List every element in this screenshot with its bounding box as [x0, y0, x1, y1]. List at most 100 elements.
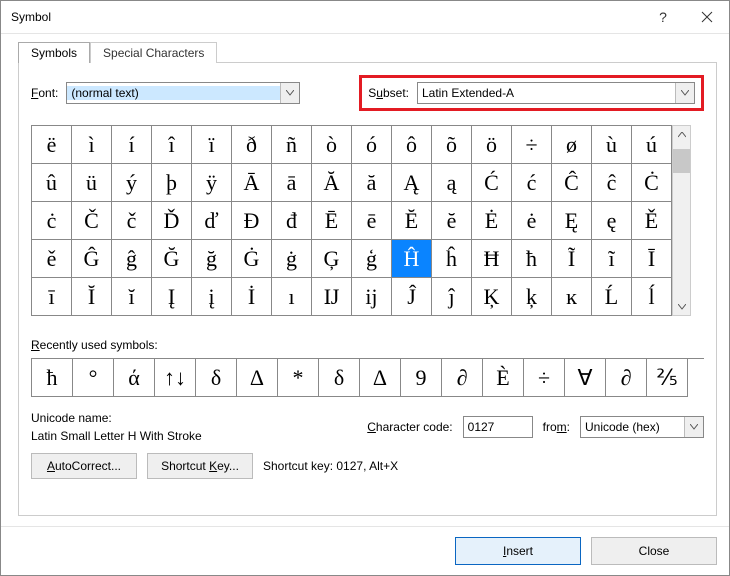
symbol-cell[interactable]: į	[192, 278, 232, 316]
recent-symbol-cell[interactable]: Δ	[237, 359, 278, 397]
symbol-cell[interactable]: Ĝ	[72, 240, 112, 278]
symbol-cell[interactable]: ë	[32, 126, 72, 164]
symbol-cell[interactable]: ÿ	[192, 164, 232, 202]
shortcut-key-button[interactable]: Shortcut Key...	[147, 453, 253, 479]
symbol-cell[interactable]: Ċ	[632, 164, 672, 202]
symbol-cell[interactable]: ï	[192, 126, 232, 164]
symbol-cell[interactable]: ħ	[512, 240, 552, 278]
recent-symbol-cell[interactable]: 9	[401, 359, 442, 397]
symbol-cell[interactable]: Đ	[232, 202, 272, 240]
subset-select[interactable]: Latin Extended-A	[417, 82, 695, 104]
symbol-cell[interactable]: ñ	[272, 126, 312, 164]
symbol-cell[interactable]: Ĥ	[392, 240, 432, 278]
symbol-cell[interactable]: ā	[272, 164, 312, 202]
symbol-cell[interactable]: Ć	[472, 164, 512, 202]
symbol-cell[interactable]: Ġ	[232, 240, 272, 278]
symbol-cell[interactable]: ĸ	[552, 278, 592, 316]
chevron-down-icon[interactable]	[675, 83, 694, 103]
symbol-cell[interactable]: ü	[72, 164, 112, 202]
symbol-cell[interactable]: ě	[32, 240, 72, 278]
symbol-cell[interactable]: û	[32, 164, 72, 202]
symbol-cell[interactable]: ö	[472, 126, 512, 164]
symbol-cell[interactable]: Ď	[152, 202, 192, 240]
symbol-cell[interactable]: î	[152, 126, 192, 164]
recent-symbol-cell[interactable]: È	[483, 359, 524, 397]
recent-symbol-cell[interactable]: ↑↓	[155, 359, 196, 397]
help-button[interactable]: ?	[641, 1, 685, 33]
recent-symbol-cell[interactable]: δ	[319, 359, 360, 397]
symbol-cell[interactable]: ù	[592, 126, 632, 164]
symbol-cell[interactable]: ý	[112, 164, 152, 202]
recent-symbols-grid[interactable]: ħ°ά↑↓δΔ*δΔ9∂È÷∀∂⅖	[31, 358, 704, 397]
symbol-cell[interactable]: ģ	[352, 240, 392, 278]
symbol-cell[interactable]: ô	[392, 126, 432, 164]
symbol-cell[interactable]: Ě	[632, 202, 672, 240]
symbol-cell[interactable]: õ	[432, 126, 472, 164]
recent-symbol-cell[interactable]: ∂	[606, 359, 647, 397]
symbol-cell[interactable]: ð	[232, 126, 272, 164]
symbol-cell[interactable]: ď	[192, 202, 232, 240]
insert-button[interactable]: Insert	[455, 537, 581, 565]
tab-symbols[interactable]: Symbols	[18, 42, 90, 63]
symbol-cell[interactable]: Ĉ	[552, 164, 592, 202]
scroll-thumb[interactable]	[673, 149, 690, 173]
symbol-cell[interactable]: Ĭ	[72, 278, 112, 316]
symbol-cell[interactable]: Ī	[632, 240, 672, 278]
symbol-cell[interactable]: đ	[272, 202, 312, 240]
symbol-cell[interactable]: Į	[152, 278, 192, 316]
symbol-grid[interactable]: ëìíîïðñòóôõö÷øùúûüýþÿĀāĂăĄąĆćĈĉĊċČčĎďĐđĒ…	[31, 125, 672, 316]
symbol-cell[interactable]: ø	[552, 126, 592, 164]
recent-symbol-cell[interactable]: *	[278, 359, 319, 397]
symbol-cell[interactable]: ĳ	[352, 278, 392, 316]
symbol-cell[interactable]: ą	[432, 164, 472, 202]
symbol-cell[interactable]: Ĳ	[312, 278, 352, 316]
symbol-cell[interactable]: č	[112, 202, 152, 240]
recent-symbol-cell[interactable]: ⅖	[647, 359, 688, 397]
recent-symbol-cell[interactable]: ά	[114, 359, 155, 397]
symbol-cell[interactable]: ì	[72, 126, 112, 164]
symbol-cell[interactable]: ă	[352, 164, 392, 202]
symbol-cell[interactable]: ÷	[512, 126, 552, 164]
symbol-cell[interactable]: ó	[352, 126, 392, 164]
char-code-input[interactable]: 0127	[463, 416, 533, 438]
symbol-cell[interactable]: ĥ	[432, 240, 472, 278]
symbol-cell[interactable]: ĉ	[592, 164, 632, 202]
symbol-cell[interactable]: Ħ	[472, 240, 512, 278]
symbol-cell[interactable]: ú	[632, 126, 672, 164]
recent-symbol-cell[interactable]: Δ	[360, 359, 401, 397]
symbol-cell[interactable]: þ	[152, 164, 192, 202]
symbol-cell[interactable]: í	[112, 126, 152, 164]
symbol-cell[interactable]: ĕ	[432, 202, 472, 240]
symbol-cell[interactable]: Ą	[392, 164, 432, 202]
chevron-down-icon[interactable]	[684, 417, 703, 437]
symbol-cell[interactable]: Ā	[232, 164, 272, 202]
symbol-cell[interactable]: ġ	[272, 240, 312, 278]
font-select[interactable]: (normal text)	[66, 82, 300, 104]
symbol-cell[interactable]: ĺ	[632, 278, 672, 316]
symbol-cell[interactable]: ĝ	[112, 240, 152, 278]
recent-symbol-cell[interactable]: δ	[196, 359, 237, 397]
symbol-cell[interactable]: Ķ	[472, 278, 512, 316]
chevron-down-icon[interactable]	[280, 83, 299, 103]
symbol-cell[interactable]: ć	[512, 164, 552, 202]
symbol-cell[interactable]: Č	[72, 202, 112, 240]
symbol-cell[interactable]: Ĺ	[592, 278, 632, 316]
symbol-cell[interactable]: Ă	[312, 164, 352, 202]
recent-symbol-cell[interactable]: ħ	[32, 359, 73, 397]
symbol-cell[interactable]: ę	[592, 202, 632, 240]
symbol-cell[interactable]: ò	[312, 126, 352, 164]
scroll-up-button[interactable]	[673, 126, 690, 143]
symbol-cell[interactable]: ı	[272, 278, 312, 316]
symbol-cell[interactable]: ĭ	[112, 278, 152, 316]
recent-symbol-cell[interactable]: ∀	[565, 359, 606, 397]
recent-symbol-cell[interactable]: ÷	[524, 359, 565, 397]
grid-scrollbar[interactable]	[672, 125, 691, 316]
symbol-cell[interactable]: ķ	[512, 278, 552, 316]
from-select[interactable]: Unicode (hex)	[580, 416, 704, 438]
recent-symbol-cell[interactable]: ∂	[442, 359, 483, 397]
symbol-cell[interactable]: Ē	[312, 202, 352, 240]
scroll-down-button[interactable]	[673, 298, 690, 315]
tab-special-characters[interactable]: Special Characters	[90, 42, 217, 63]
symbol-cell[interactable]: Ė	[472, 202, 512, 240]
symbol-cell[interactable]: ė	[512, 202, 552, 240]
